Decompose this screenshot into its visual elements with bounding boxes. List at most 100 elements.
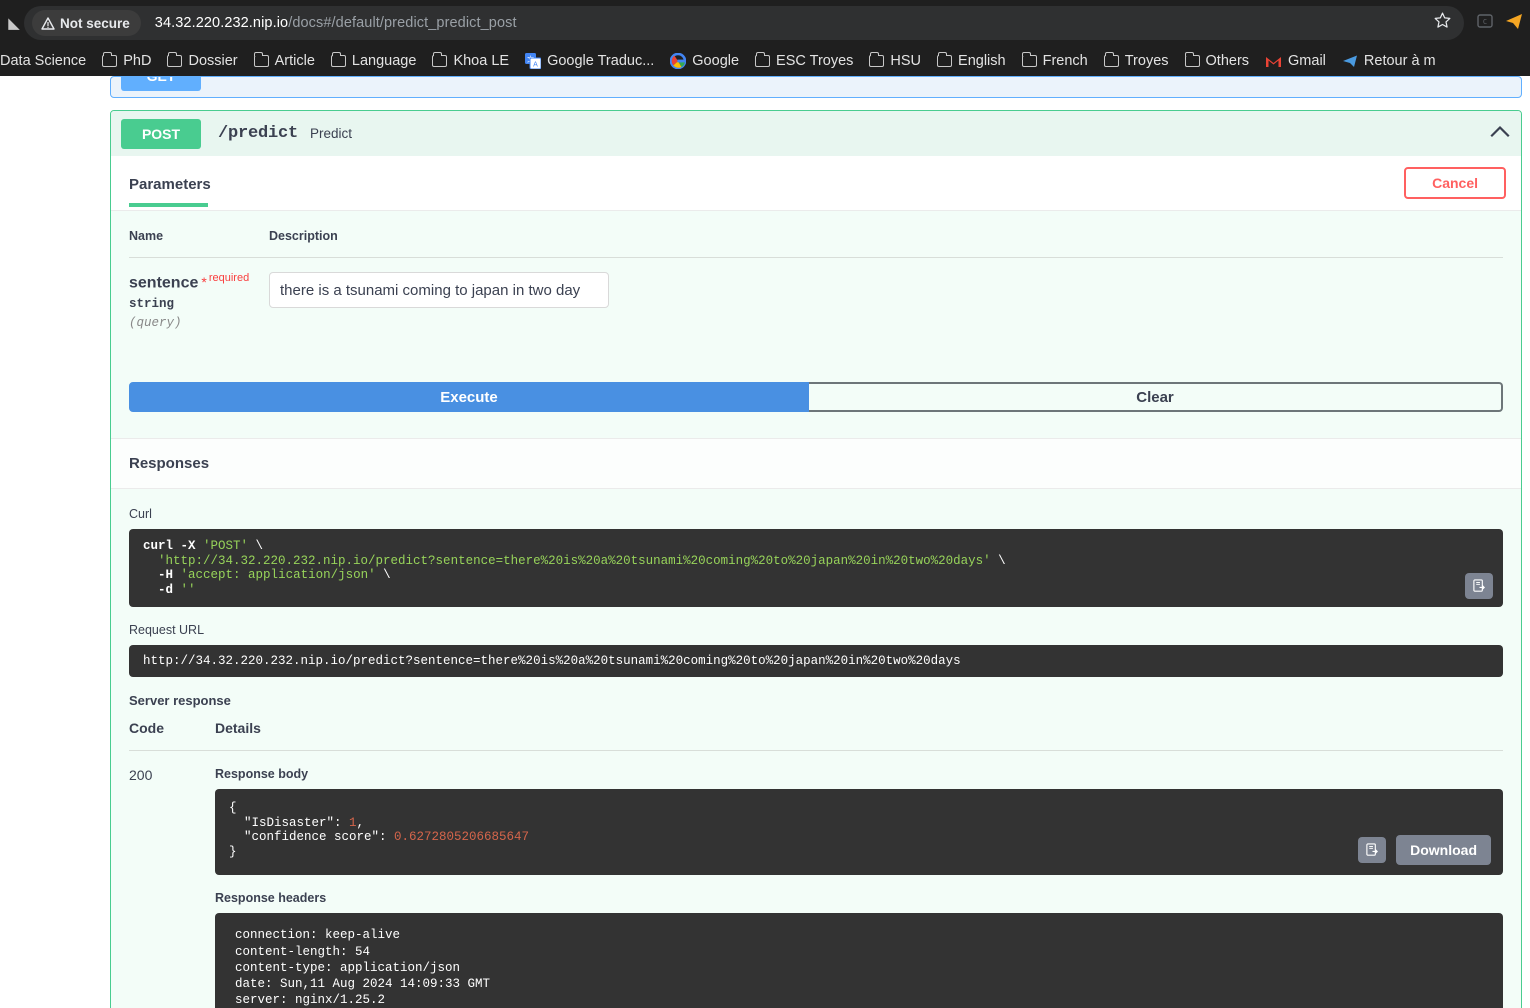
- response-header-line: date: Sun,11 Aug 2024 14:09:33 GMT: [235, 977, 491, 992]
- folder-icon: [755, 51, 771, 67]
- bookmark-label: ESC Troyes: [776, 53, 854, 69]
- bookmark-star-icon[interactable]: [1433, 11, 1452, 35]
- parameters-table: Name Description sentence * required strin…: [129, 229, 1503, 330]
- bookmark-item[interactable]: Data Science: [0, 50, 94, 72]
- opblock-get-partial[interactable]: GET /: [110, 76, 1522, 98]
- bookmark-label: PhD: [123, 53, 152, 69]
- url-host: 34.32.220.232.nip.io: [154, 15, 289, 31]
- curl-header-flag: -H: [158, 568, 174, 583]
- http-method-badge: POST: [121, 118, 201, 149]
- response-headers-block: connection: keep-alive content-length: 5…: [215, 913, 1503, 1008]
- response-body-block: { "IsDisaster": 1, "confidence score": 0…: [215, 789, 1503, 876]
- bookmark-item[interactable]: Retour à m: [1334, 50, 1444, 72]
- bookmark-label: Google: [692, 53, 740, 69]
- browser-chrome: ◣ Not secure 34.32.220.232.nip.io/docs#/…: [0, 0, 1530, 76]
- table-row: 200 Response body { "IsDisaster": 1, "co…: [129, 751, 1503, 1008]
- opblock-summary[interactable]: POST /predict Predict: [111, 111, 1521, 156]
- bookmark-item[interactable]: Dossier: [159, 50, 245, 72]
- telegram-extension-icon[interactable]: [1504, 11, 1524, 36]
- execute-button[interactable]: Execute: [129, 382, 809, 413]
- page-scrollbar[interactable]: [1522, 76, 1530, 1008]
- response-headers-label: Response headers: [215, 891, 327, 906]
- response-details-cell: Response body { "IsDisaster": 1, "confid…: [215, 751, 1503, 1008]
- bookmark-item[interactable]: Gmail: [1257, 50, 1334, 72]
- response-header-line: content-length: 54: [235, 944, 371, 959]
- clear-button[interactable]: Clear: [809, 382, 1503, 413]
- table-header-row: Code Details: [129, 720, 1503, 752]
- folder-icon: [253, 51, 269, 67]
- bookmark-label: Khoa LE: [453, 53, 510, 69]
- bookmark-label: English: [958, 53, 1006, 69]
- bookmark-label: Language: [351, 53, 417, 69]
- google-icon: [670, 53, 687, 69]
- folder-icon: [1184, 51, 1200, 67]
- chevron-up-icon[interactable]: [1489, 123, 1511, 144]
- bookmark-item[interactable]: HSU: [861, 50, 929, 72]
- parameters-header: Parameters Cancel: [111, 156, 1521, 211]
- copy-to-clipboard-icon[interactable]: [1358, 837, 1387, 864]
- download-button[interactable]: Download: [1396, 835, 1491, 866]
- curl-command: curl -X: [143, 539, 204, 554]
- bookmark-label: Article: [274, 53, 315, 69]
- folder-icon: [1021, 51, 1037, 67]
- http-method-badge: GET: [121, 77, 201, 91]
- column-header-details: Details: [215, 720, 1503, 752]
- responses-section: Curl curl -X 'POST' \ 'http://34.32.220.…: [111, 489, 1521, 1008]
- bookmark-item[interactable]: Google: [662, 50, 747, 72]
- omnibox-row: ◣ Not secure 34.32.220.232.nip.io/docs#/…: [0, 0, 1530, 46]
- gmail-icon: [1265, 55, 1282, 68]
- folder-icon: [330, 51, 346, 67]
- bookmark-item[interactable]: ESC Troyes: [747, 50, 861, 72]
- status-code: 200: [129, 767, 153, 784]
- site-security-chip[interactable]: Not secure: [32, 10, 141, 36]
- opblock-body: Parameters Cancel Name Description sente…: [111, 156, 1521, 1008]
- opblock-post-predict: POST /predict Predict Parameters Cancel: [110, 110, 1522, 1008]
- extensions-area: C: [1464, 11, 1524, 36]
- bookmark-item[interactable]: Article: [246, 50, 323, 72]
- extension-icon[interactable]: C: [1476, 12, 1494, 35]
- bookmark-label: Google Traduc...: [547, 53, 655, 69]
- curl-data-flag: -d: [158, 582, 174, 597]
- bookmark-item[interactable]: English: [929, 50, 1014, 72]
- bookmark-item[interactable]: PhD: [94, 50, 159, 72]
- bookmark-item[interactable]: Khoa LE: [424, 50, 517, 72]
- bookmark-item[interactable]: French: [1014, 50, 1096, 72]
- server-response-table: Code Details 200 Response body { "IsDisa…: [129, 720, 1503, 1008]
- parameter-name-cell: sentence * required string (query): [129, 258, 269, 331]
- curl-data-string: '': [180, 582, 196, 597]
- curl-line: curl -X 'POST' \ 'http://34.32.220.232.n…: [143, 539, 1006, 597]
- bookmark-label: Dossier: [188, 53, 238, 69]
- bookmark-label: Others: [1205, 53, 1250, 69]
- url-display[interactable]: 34.32.220.232.nip.io/docs#/default/predi…: [155, 15, 517, 31]
- url-path: /docs#/default/predict_predict_post: [288, 15, 517, 31]
- telegram-icon: [1342, 54, 1358, 68]
- cancel-button[interactable]: Cancel: [1404, 167, 1506, 199]
- google-translate-icon: 文 A: [525, 53, 542, 69]
- bookmark-item[interactable]: Others: [1177, 50, 1258, 72]
- sentence-input[interactable]: [269, 272, 609, 308]
- svg-text:A: A: [533, 62, 538, 69]
- parameter-location: (query): [129, 316, 182, 331]
- curl-url-string: 'http://34.32.220.232.nip.io/predict?sen…: [158, 553, 991, 568]
- confidence-score-value: 0.6272805206685647: [394, 830, 530, 845]
- curl-method-string: 'POST': [203, 539, 249, 554]
- execute-clear-row: Execute Clear: [111, 382, 1521, 413]
- bookmark-item[interactable]: 文 A Google Traduc...: [517, 50, 662, 72]
- bookmark-label: Data Science: [0, 53, 87, 69]
- tab-parameters[interactable]: Parameters: [129, 160, 211, 207]
- bookmark-item[interactable]: Troyes: [1096, 50, 1177, 72]
- bookmark-label: HSU: [890, 53, 922, 69]
- bookmark-item[interactable]: Language: [323, 50, 425, 72]
- warning-triangle-icon: [41, 16, 55, 30]
- responses-title-bar: Responses: [111, 438, 1521, 490]
- response-header-line: content-type: application/json: [235, 960, 461, 975]
- address-bar[interactable]: Not secure 34.32.220.232.nip.io/docs#/de…: [24, 6, 1464, 40]
- response-body-actions: Download: [1358, 835, 1491, 866]
- copy-to-clipboard-icon[interactable]: [1465, 573, 1493, 600]
- security-chip-label: Not secure: [60, 15, 130, 31]
- request-url-block: http://34.32.220.232.nip.io/predict?sent…: [129, 645, 1503, 678]
- parameters-table-zone: Name Description sentence * required strin…: [111, 211, 1521, 331]
- parameter-name: sentence: [129, 274, 199, 292]
- swagger-ui-page: GET / POST /predict Predict Parameters C…: [0, 76, 1530, 1008]
- responses-heading: Responses: [129, 455, 210, 473]
